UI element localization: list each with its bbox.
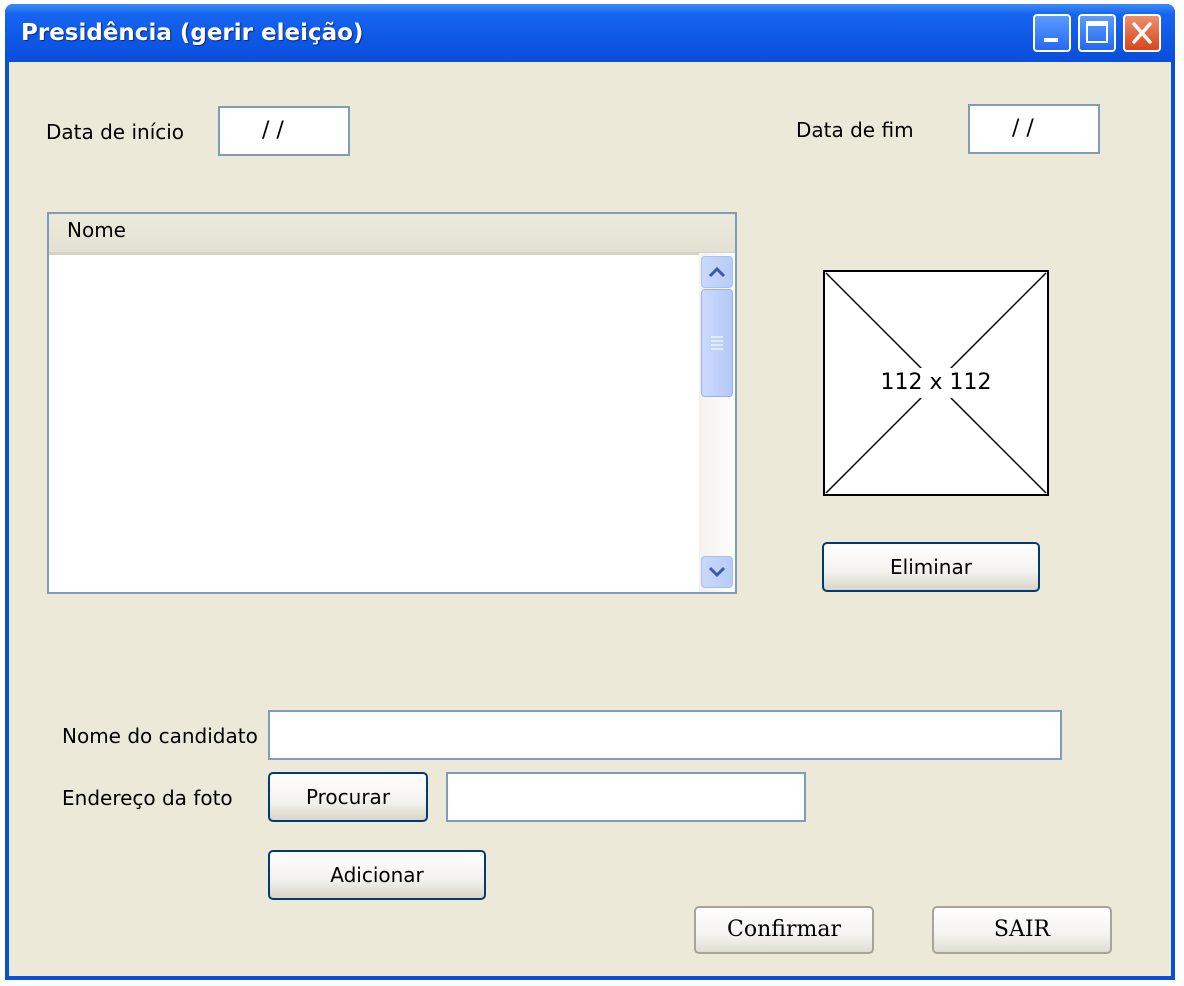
candidate-name-input[interactable] [268,710,1062,760]
exit-button[interactable]: SAIR [932,906,1112,954]
maximize-icon [1086,21,1108,43]
maximize-button[interactable] [1078,14,1116,52]
scroll-up-button[interactable] [701,256,733,288]
title-bar[interactable]: Presidência (gerir eleição) [5,4,1175,62]
app-window: Presidência (gerir eleição) Data de iníc… [5,4,1175,980]
confirm-button[interactable]: Confirmar [694,906,874,954]
minimize-button[interactable] [1033,14,1071,52]
chevron-down-icon [708,566,726,578]
close-icon [1132,22,1152,44]
minimize-icon [1044,38,1058,42]
scroll-thumb[interactable] [701,289,733,397]
browse-button[interactable]: Procurar [268,772,428,822]
list-header[interactable]: Nome [49,214,735,255]
scroll-down-button[interactable] [701,556,733,588]
candidate-name-label: Nome do candidato [62,724,258,748]
start-date-field[interactable]: / / [218,106,350,156]
start-date-value: / / [262,118,284,143]
candidate-photo-placeholder: 112 x 112 [823,270,1049,496]
end-date-field[interactable]: / / [968,104,1100,154]
start-date-label: Data de início [46,120,185,144]
window-client-area: Data de início / / Data de fim / / Nome [9,62,1171,976]
end-date-value: / / [1012,116,1034,141]
window-title: Presidência (gerir eleição) [21,20,364,46]
grip-icon [711,336,723,350]
chevron-up-icon [708,266,726,278]
close-button[interactable] [1123,14,1161,52]
column-header-nome: Nome [67,218,126,242]
photo-address-input[interactable] [446,772,806,822]
photo-address-label: Endereço da foto [62,786,233,810]
add-button[interactable]: Adicionar [268,850,486,900]
delete-button[interactable]: Eliminar [822,542,1040,592]
candidate-list[interactable]: Nome [47,212,737,594]
image-placeholder-text: 112 x 112 [880,370,992,395]
end-date-label: Data de fim [796,118,914,142]
list-scrollbar[interactable] [699,253,735,592]
